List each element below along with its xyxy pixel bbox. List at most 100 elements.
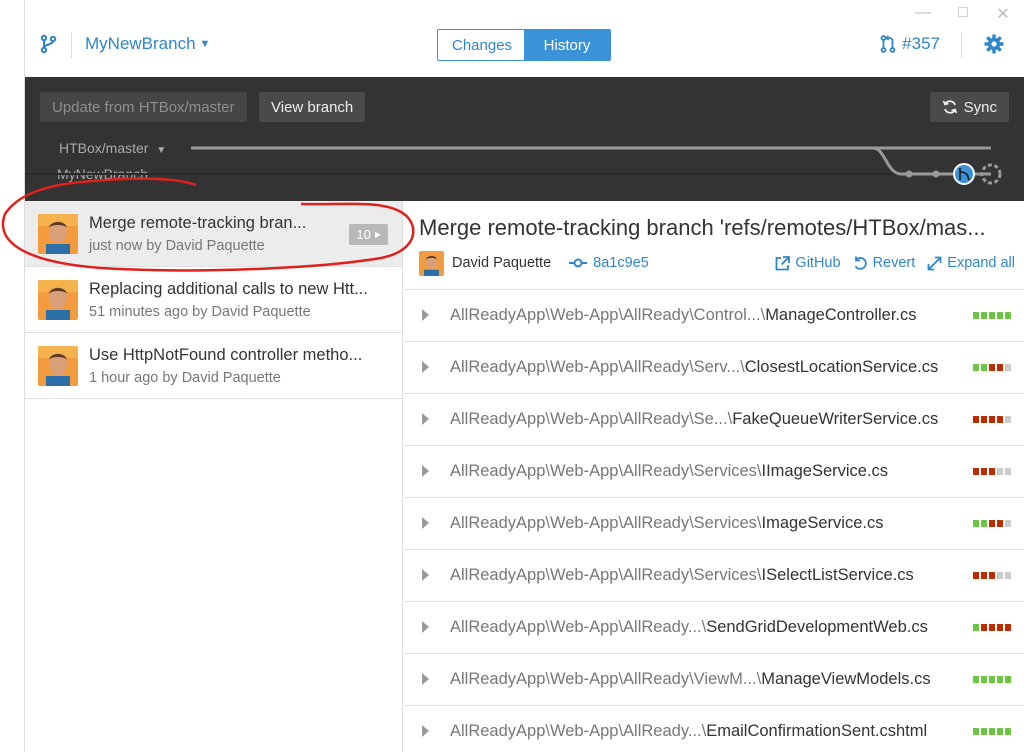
diffstat [973,416,1011,423]
expand-arrow-icon[interactable] [422,517,429,529]
file-row[interactable]: AllReadyApp\Web-App\AllReady...\EmailCon… [404,706,1024,752]
diffstat-deletion [973,468,979,475]
commit-sha: 8a1c9e5 [593,255,649,271]
gear-icon[interactable] [984,34,1004,54]
badge-count: 10 [356,227,371,242]
diffstat-neutral [1005,572,1011,579]
diffstat-deletion [989,520,995,527]
pull-request-link[interactable]: #357 [880,34,940,54]
github-button[interactable]: GitHub [775,255,841,271]
file-dir: AllReadyApp\Web-App\AllReady\Services\ [450,462,762,480]
commit-list: Merge remote-tracking bran... just now b… [25,201,403,752]
commit-detail: Merge remote-tracking branch 'refs/remot… [404,201,1024,752]
list-item[interactable]: Replacing additional calls to new Htt...… [25,267,402,333]
tab-history[interactable]: History [524,30,610,60]
diffstat-addition [981,312,987,319]
file-row[interactable]: AllReadyApp\Web-App\AllReady\Se...\FakeQ… [404,394,1024,446]
diffstat-deletion [989,364,995,371]
caret-right-icon: ▶ [374,230,381,239]
expand-arrow-icon[interactable] [422,569,429,581]
expand-arrow-icon[interactable] [422,725,429,737]
diffstat-deletion [973,572,979,579]
diffstat-addition [973,520,979,527]
expand-arrow-icon[interactable] [422,621,429,633]
list-item[interactable]: Use HttpNotFound controller metho... 1 h… [25,333,402,399]
diffstat-deletion [989,624,995,631]
diffstat-neutral [1005,468,1011,475]
chevron-down-icon: ▼ [199,38,211,50]
header: MyNewBranch ▼ Changes History #357 [25,22,1024,68]
diffstat-deletion [981,468,987,475]
revert-label: Revert [872,255,916,271]
update-from-master-button[interactable]: Update from HTBox/master [40,92,247,122]
file-row[interactable]: AllReadyApp\Web-App\AllReady\Control...\… [404,290,1024,342]
author-name: David Paquette [452,255,552,271]
file-path: AllReadyApp\Web-App\AllReady\ViewM...\Ma… [450,670,931,689]
changed-files-list: AllReadyApp\Web-App\AllReady\Control...\… [404,289,1024,752]
file-name: ManageViewModels.cs [761,670,931,688]
file-name: SendGridDevelopmentWeb.cs [706,618,928,636]
file-dir: AllReadyApp\Web-App\AllReady\Se...\ [450,410,733,428]
branch-graph [25,146,1002,185]
file-row[interactable]: AllReadyApp\Web-App\AllReady\ViewM...\Ma… [404,654,1024,706]
diffstat-addition [973,624,979,631]
diffstat-addition [997,676,1003,683]
commit-detail-meta: David Paquette 8a1c9e5 GitHub Revert Exp… [419,249,1015,277]
commit-detail-title: Merge remote-tracking branch 'refs/remot… [419,215,986,240]
view-branch-button[interactable]: View branch [259,92,366,122]
commit-count-badge[interactable]: 10 ▶ [349,224,388,245]
expand-arrow-icon[interactable] [422,309,429,321]
diffstat-addition [989,728,995,735]
diffstat-deletion [989,572,995,579]
commit-actions: GitHub Revert Expand all [775,255,1015,271]
diffstat-deletion [981,572,987,579]
sync-button[interactable]: Sync [929,92,1009,122]
diffstat-addition [981,364,987,371]
diffstat [973,624,1011,631]
avatar [38,346,78,386]
revert-button[interactable]: Revert [853,255,916,271]
file-name: ClosestLocationService.cs [744,358,939,376]
commit-sha-link[interactable]: 8a1c9e5 [569,255,649,271]
left-margin [0,0,24,752]
file-row[interactable]: AllReadyApp\Web-App\AllReady\Services\IS… [404,550,1024,602]
diffstat-deletion [981,416,987,423]
diffstat-deletion [973,416,979,423]
commit-meta: 51 minutes ago by David Paquette [89,304,311,320]
revert-icon [854,256,867,270]
branch-toolbar: Update from HTBox/master View branch Syn… [25,77,1024,201]
commit-title: Merge remote-tracking bran... [89,214,307,232]
expand-arrow-icon[interactable] [422,673,429,685]
branch-icon[interactable] [39,34,59,54]
diffstat [973,364,1011,371]
file-path: AllReadyApp\Web-App\AllReady...\SendGrid… [450,618,928,637]
selected-commit-node [953,163,975,185]
tab-changes[interactable]: Changes [438,30,524,60]
github-label: GitHub [795,255,841,271]
file-path: AllReadyApp\Web-App\AllReady\Services\IS… [450,566,914,585]
external-link-icon [776,255,791,270]
file-row[interactable]: AllReadyApp\Web-App\AllReady...\SendGrid… [404,602,1024,654]
expand-arrow-icon[interactable] [422,465,429,477]
file-name: IImageService.cs [761,462,889,480]
file-row[interactable]: AllReadyApp\Web-App\AllReady\Services\Im… [404,498,1024,550]
expand-arrow-icon[interactable] [422,361,429,373]
file-dir: AllReadyApp\Web-App\AllReady\ViewM...\ [450,670,762,688]
file-row[interactable]: AllReadyApp\Web-App\AllReady\Serv...\Clo… [404,342,1024,394]
diffstat [973,312,1011,319]
diffstat [973,520,1011,527]
list-item[interactable]: Merge remote-tracking bran... just now b… [25,201,402,267]
file-dir: AllReadyApp\Web-App\AllReady...\ [450,618,707,636]
file-path: AllReadyApp\Web-App\AllReady\Services\II… [450,462,888,481]
file-dir: AllReadyApp\Web-App\AllReady\Services\ [450,514,762,532]
expand-icon [927,256,942,270]
diffstat-addition [973,312,979,319]
diffstat-deletion [989,416,995,423]
file-row[interactable]: AllReadyApp\Web-App\AllReady\Services\II… [404,446,1024,498]
expand-all-button[interactable]: Expand all [927,255,1015,271]
branch-selector[interactable]: MyNewBranch ▼ [85,34,210,54]
diffstat-addition [1005,728,1011,735]
diffstat-addition [989,312,995,319]
diffstat-neutral [997,468,1003,475]
expand-arrow-icon[interactable] [422,413,429,425]
